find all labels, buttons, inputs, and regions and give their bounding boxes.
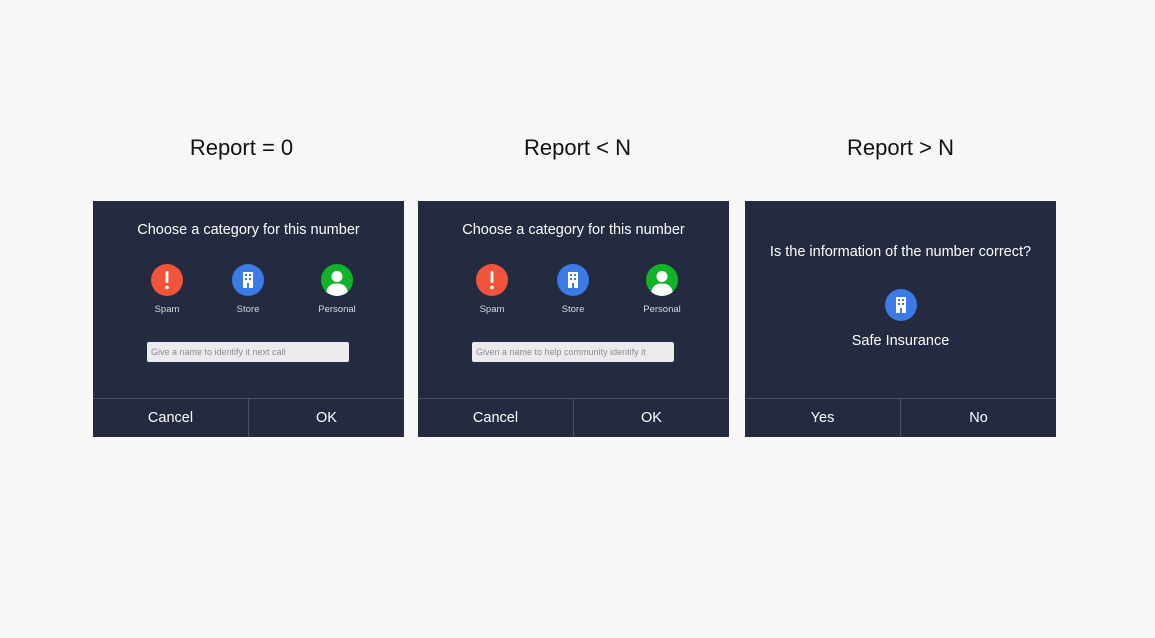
- category-label: Spam: [154, 304, 180, 315]
- category-spam[interactable]: Spam: [135, 264, 199, 315]
- category-spam[interactable]: Spam: [460, 264, 524, 315]
- name-input[interactable]: [472, 342, 674, 362]
- category-dialog-report-zero: Choose a category for this number Spam S…: [93, 201, 404, 437]
- dialog-question: Is the information of the number correct…: [769, 244, 1032, 260]
- dialog-buttons: Cancel OK: [418, 398, 729, 437]
- column-title-report-zero: Report = 0: [189, 135, 294, 160]
- dialog-heading: Choose a category for this number: [462, 222, 685, 238]
- category-label: Store: [236, 304, 260, 315]
- no-button[interactable]: No: [900, 399, 1056, 437]
- column-title-report-greater-than-n: Report > N: [847, 135, 954, 160]
- ok-button[interactable]: OK: [573, 399, 729, 437]
- category-personal[interactable]: Personal: [305, 264, 369, 315]
- dialog-buttons: Cancel OK: [93, 398, 404, 437]
- column-title-report-less-than-n: Report < N: [524, 135, 631, 160]
- category-label: Personal: [318, 304, 356, 315]
- category-label: Spam: [479, 304, 505, 315]
- building-icon: [557, 264, 589, 296]
- category-label: Personal: [643, 304, 681, 315]
- yes-button[interactable]: Yes: [745, 399, 900, 437]
- person-icon: [321, 264, 353, 296]
- category-store[interactable]: Store: [541, 264, 605, 315]
- name-input[interactable]: [147, 342, 349, 362]
- exclamation-icon: [151, 264, 183, 296]
- building-icon: [885, 289, 917, 321]
- category-dialog-report-less-than-n: Choose a category for this number Spam S…: [418, 201, 729, 437]
- person-icon: [646, 264, 678, 296]
- dialog-buttons: Yes No: [745, 398, 1056, 437]
- confirm-dialog-report-greater-than-n: Is the information of the number correct…: [745, 201, 1056, 437]
- dialog-heading: Choose a category for this number: [137, 222, 360, 238]
- category-personal[interactable]: Personal: [630, 264, 694, 315]
- category-store[interactable]: Store: [216, 264, 280, 315]
- company-name: Safe Insurance: [851, 333, 950, 349]
- cancel-button[interactable]: Cancel: [93, 399, 248, 437]
- category-label: Store: [561, 304, 585, 315]
- building-icon: [232, 264, 264, 296]
- exclamation-icon: [476, 264, 508, 296]
- ok-button[interactable]: OK: [248, 399, 404, 437]
- cancel-button[interactable]: Cancel: [418, 399, 573, 437]
